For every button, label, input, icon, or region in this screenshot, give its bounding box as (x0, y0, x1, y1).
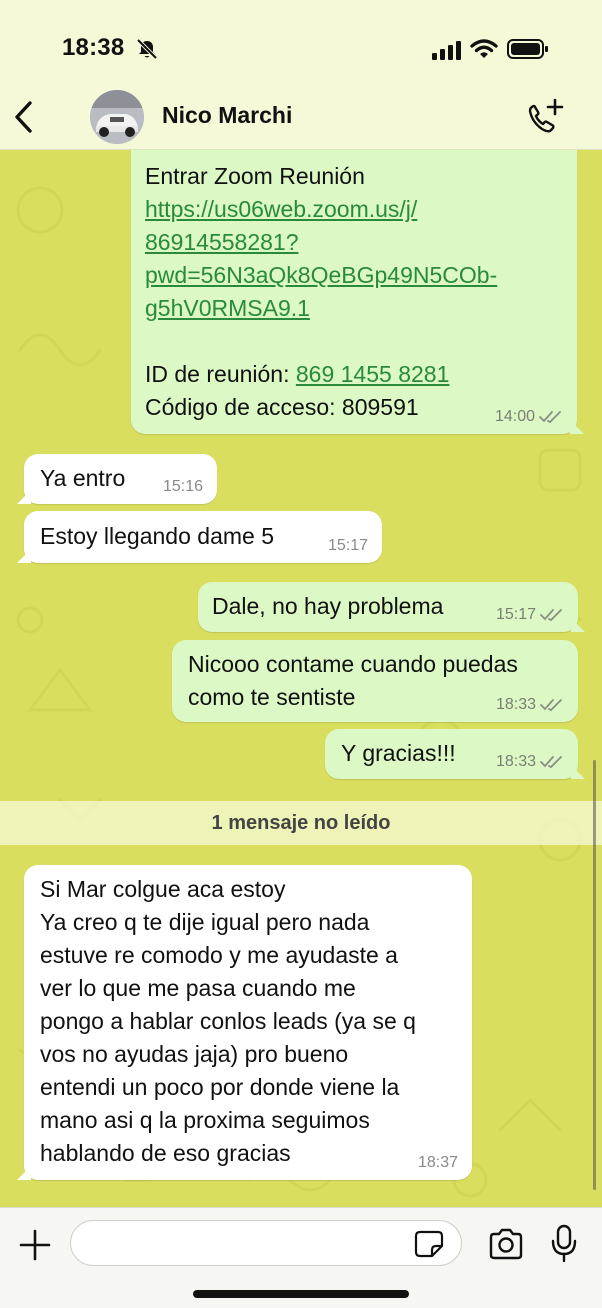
composer-bar (0, 1207, 602, 1308)
message-text-line: mano asi q la proxima seguimos (40, 1107, 370, 1133)
link-line: g5hV0RMSA9.1 (145, 295, 310, 321)
message-text-line: pongo a hablar conlos leads (ya se q (40, 1008, 416, 1034)
message-bubble-incoming[interactable]: Estoy llegando dame 5 15:17 (17, 511, 382, 563)
meeting-id-line: ID de reunión: 869 1455 8281 (145, 358, 563, 391)
message-time: 15:17 (327, 537, 368, 554)
meeting-id-label: ID de reunión: (145, 361, 296, 387)
message-bubble-outgoing[interactable]: Y gracias!!! 18:33 (325, 729, 585, 779)
message-text: Estoy llegando dame 5 (40, 523, 274, 549)
message-bubble-outgoing[interactable]: Entrar Zoom Reunión https://us06web.zoom… (131, 150, 584, 434)
link-line: https://us06web.zoom.us/j/ (145, 196, 418, 222)
message-text-line: Si Mar colgue aca estoy (40, 876, 286, 902)
message-meta: 18:37 (418, 1154, 458, 1172)
zoom-link[interactable]: https://us06web.zoom.us/j/ 86914558281? … (145, 193, 563, 325)
unread-banner: 1 mensaje no leído (0, 801, 602, 845)
message-time: 15:17 (495, 606, 536, 623)
message-bubble-outgoing[interactable]: Dale, no hay problema 15:17 (198, 582, 585, 632)
message-text: Ya entro (40, 465, 126, 491)
plus-icon[interactable] (18, 1228, 52, 1262)
link-line: pwd=56N3aQk8QeBGp49N5COb- (145, 262, 498, 288)
message-text-line: hablando de eso gracias (40, 1140, 291, 1166)
chat-area[interactable]: Entrar Zoom Reunión https://us06web.zoom… (0, 150, 602, 1207)
contact-name[interactable]: Nico Marchi (162, 102, 292, 129)
double-check-icon (539, 411, 561, 424)
message-text-line: entendi un poco por donde viene la (40, 1074, 400, 1100)
message-meta: 18:33 (496, 753, 564, 771)
message-input[interactable] (70, 1220, 462, 1266)
car-photo (90, 90, 144, 144)
message-meta: 18:33 (496, 696, 564, 714)
bell-off-icon (136, 38, 158, 60)
battery-icon (507, 39, 548, 59)
chat-header: 18:38 Nico Marchi (0, 0, 602, 150)
message-time: 18:33 (495, 696, 536, 713)
sticker-icon[interactable] (414, 1230, 444, 1258)
meeting-id-link[interactable]: 869 1455 8281 (296, 361, 450, 387)
double-check-icon (540, 756, 562, 769)
message-bubble-incoming[interactable]: Si Mar colgue aca estoy Ya creo q te dij… (17, 865, 472, 1180)
message-text: Y gracias!!! (341, 740, 456, 766)
message-text: Dale, no hay problema (212, 593, 444, 619)
back-icon[interactable] (10, 98, 38, 136)
message-meta: 15:16 (163, 478, 203, 496)
mic-icon[interactable] (550, 1224, 578, 1264)
message-meta: 15:17 (328, 537, 368, 555)
signal-icon (432, 41, 461, 60)
message-text-line: Ya creo q te dije igual pero nada (40, 909, 370, 935)
message-time: 18:33 (495, 753, 536, 770)
double-check-icon (540, 609, 562, 622)
link-line: 86914558281? (145, 229, 299, 255)
message-meta: 14:00 (495, 408, 563, 426)
message-time: 15:16 (162, 478, 203, 495)
scrollbar[interactable] (593, 760, 596, 1190)
wifi-icon (470, 39, 498, 58)
add-call-icon[interactable] (524, 98, 564, 136)
message-text: Entrar Zoom Reunión (145, 163, 365, 189)
message-text-line: estuve re comodo y me ayudaste a (40, 942, 398, 968)
status-time: 18:38 (62, 34, 125, 61)
message-bubble-outgoing[interactable]: Nicooo contame cuando puedas como te sen… (172, 640, 578, 722)
home-indicator (193, 1290, 409, 1298)
message-text-line: ver lo que me pasa cuando me (40, 975, 356, 1001)
avatar[interactable] (90, 90, 144, 144)
message-time: 14:00 (494, 408, 535, 425)
message-meta: 15:17 (496, 606, 564, 624)
message-text-line: Nicooo contame cuando puedas (188, 651, 518, 677)
message-bubble-incoming[interactable]: Ya entro 15:16 (17, 454, 217, 504)
double-check-icon (540, 699, 562, 712)
message-text-line: vos no ayudas jaja) pro bueno (40, 1041, 349, 1067)
message-time: 18:37 (417, 1154, 458, 1171)
camera-icon[interactable] (488, 1228, 524, 1260)
